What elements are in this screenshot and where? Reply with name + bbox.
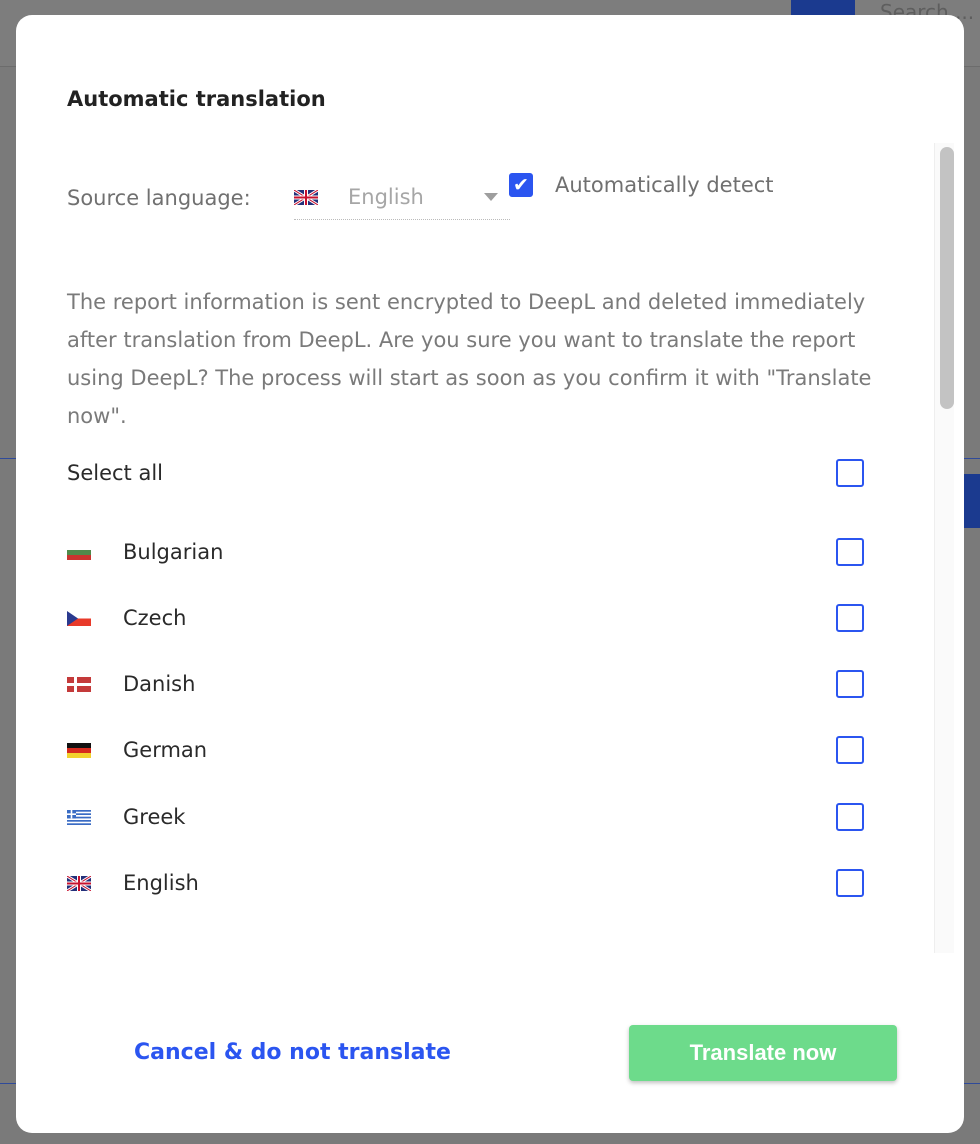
language-label: Bulgarian	[123, 540, 224, 564]
auto-detect-option[interactable]: ✔ Automatically detect	[509, 173, 774, 197]
auto-detect-label: Automatically detect	[555, 173, 774, 197]
select-all-checkbox[interactable]	[836, 459, 864, 487]
language-checkbox[interactable]	[836, 869, 864, 897]
language-label: English	[123, 871, 199, 895]
uk-flag-icon	[294, 189, 318, 205]
language-item-bulgarian[interactable]: Bulgarian	[67, 532, 867, 572]
cancel-button[interactable]: Cancel & do not translate	[134, 1040, 451, 1065]
denmark-flag-icon	[67, 676, 91, 692]
select-all-label: Select all	[67, 461, 163, 485]
language-item-czech[interactable]: Czech	[67, 598, 867, 638]
language-label: Greek	[123, 805, 186, 829]
language-checkbox[interactable]	[836, 803, 864, 831]
language-item-english[interactable]: English	[67, 863, 867, 903]
language-checkbox[interactable]	[836, 604, 864, 632]
modal-title: Automatic translation	[67, 87, 326, 111]
source-language-value: English	[348, 185, 424, 209]
source-language-row: Source language: English	[67, 175, 510, 221]
scrollbar-thumb[interactable]	[940, 147, 954, 409]
uk-flag-icon	[67, 875, 91, 891]
select-all-row[interactable]: Select all	[67, 453, 867, 493]
language-item-danish[interactable]: Danish	[67, 664, 867, 704]
language-checkbox[interactable]	[836, 736, 864, 764]
greece-flag-icon	[67, 809, 91, 825]
description-text: The report information is sent encrypted…	[67, 290, 872, 428]
source-language-select[interactable]: English	[294, 175, 510, 220]
czech-flag-icon	[67, 610, 91, 626]
background-search-button	[791, 0, 855, 16]
chevron-down-icon	[484, 193, 498, 201]
language-label: Czech	[123, 606, 187, 630]
bulgaria-flag-icon	[67, 544, 91, 560]
language-item-greek[interactable]: Greek	[67, 797, 867, 837]
language-item-partial[interactable]	[67, 949, 867, 953]
translation-modal: Automatic translation Source language: E…	[16, 15, 964, 1133]
source-language-label: Source language:	[67, 186, 251, 210]
language-checkbox[interactable]	[836, 538, 864, 566]
language-checkbox[interactable]	[836, 670, 864, 698]
germany-flag-icon	[67, 742, 91, 758]
language-label: Danish	[123, 672, 196, 696]
translate-now-button[interactable]: Translate now	[629, 1025, 897, 1081]
auto-detect-checkbox[interactable]: ✔	[509, 173, 533, 197]
language-item-german[interactable]: German	[67, 730, 867, 770]
language-label: German	[123, 738, 208, 762]
modal-scroll-area: Source language: English ✔ Automatically…	[16, 143, 954, 953]
